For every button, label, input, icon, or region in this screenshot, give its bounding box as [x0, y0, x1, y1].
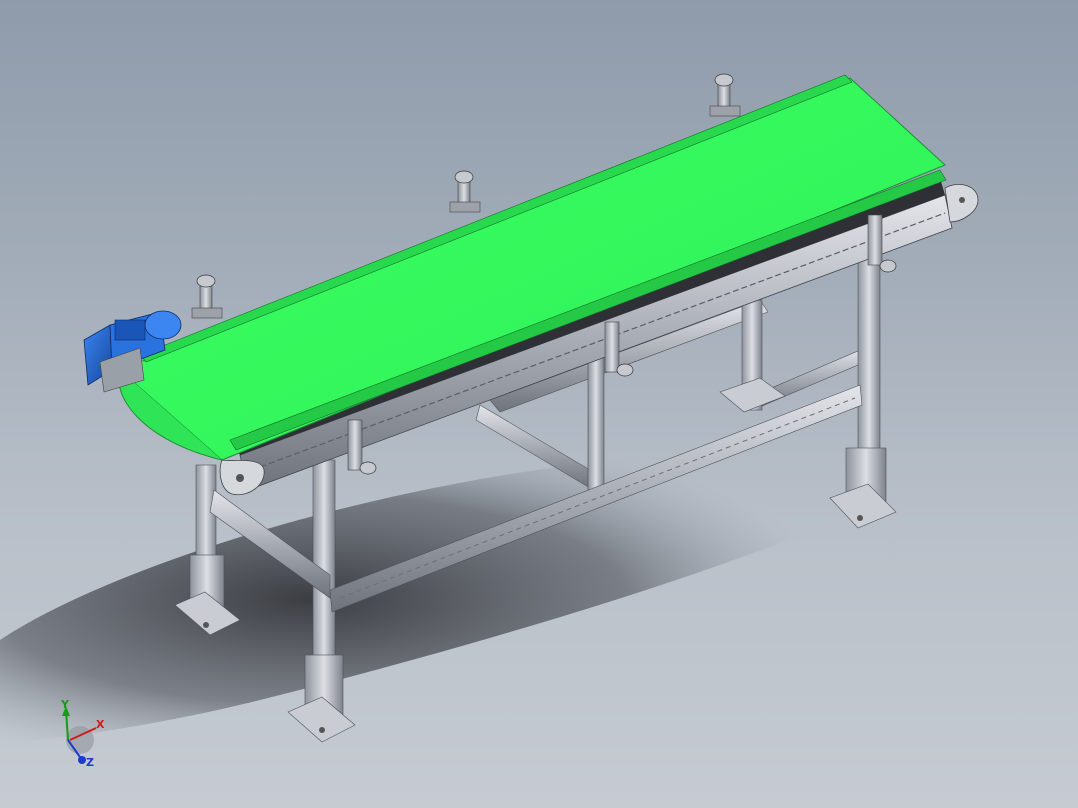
ground-shadow: [0, 454, 884, 745]
triad-z-label: Z: [86, 756, 94, 769]
conveyor-3d-model[interactable]: [0, 0, 1078, 808]
z-axis-head-icon: [78, 756, 86, 764]
cad-viewport[interactable]: X Y Z: [0, 0, 1078, 808]
triad-x-label: X: [96, 718, 105, 731]
triad-y-label: Y: [61, 698, 69, 711]
